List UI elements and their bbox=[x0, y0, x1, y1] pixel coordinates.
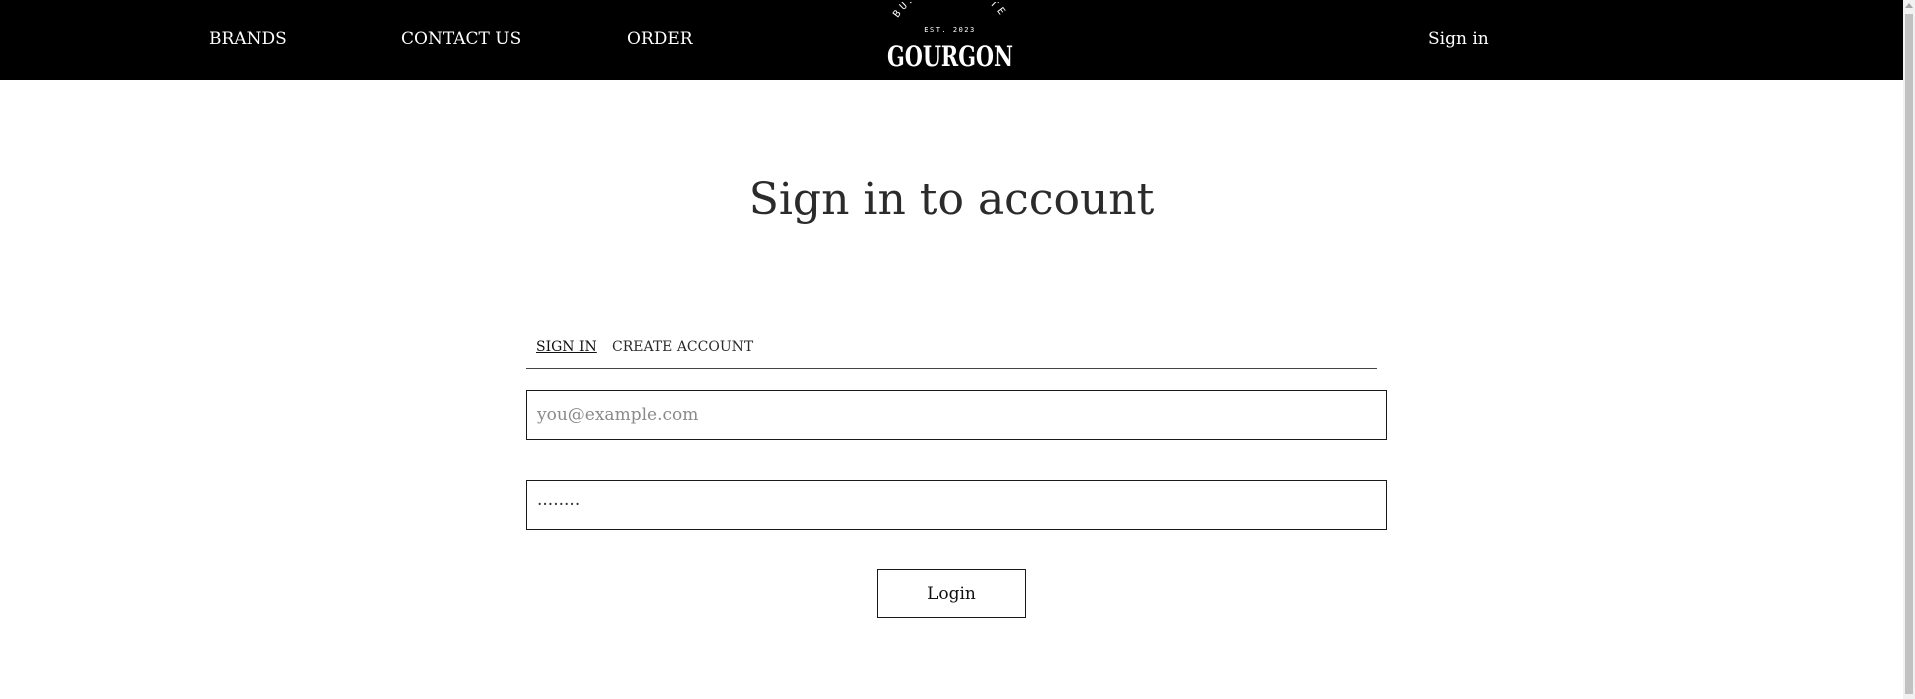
gourgon-logo[interactable]: BURNING TASTE EST. 2023 GOURGON bbox=[880, 2, 1020, 78]
tabs-divider bbox=[526, 368, 1377, 369]
svg-text:BURNING TASTE: BURNING TASTE bbox=[891, 2, 1008, 20]
tab-create-account[interactable]: CREATE ACCOUNT bbox=[612, 339, 753, 355]
scroll-up-arrow-icon[interactable] bbox=[1905, 3, 1913, 8]
logo-established: EST. 2023 bbox=[924, 26, 975, 34]
logo-wordmark: GOURGON bbox=[887, 40, 1013, 73]
password-field[interactable] bbox=[526, 480, 1387, 530]
login-button[interactable]: Login bbox=[877, 569, 1026, 618]
nav-link-sign-in[interactable]: Sign in bbox=[1428, 29, 1489, 49]
logo-tagline: BURNING TASTE bbox=[891, 2, 1005, 20]
page-title: Sign in to account bbox=[748, 174, 1155, 225]
nav-link-contact-us[interactable]: CONTACT US bbox=[401, 29, 521, 49]
nav-link-brands[interactable]: BRANDS bbox=[209, 29, 287, 49]
scrollbar-thumb[interactable] bbox=[1905, 14, 1913, 694]
email-field[interactable] bbox=[526, 390, 1387, 440]
top-navigation-bar: BRANDS CONTACT US ORDER BURNING TASTE ES… bbox=[0, 0, 1903, 80]
tab-sign-in[interactable]: SIGN IN bbox=[536, 339, 597, 355]
nav-link-order[interactable]: ORDER bbox=[627, 29, 693, 49]
